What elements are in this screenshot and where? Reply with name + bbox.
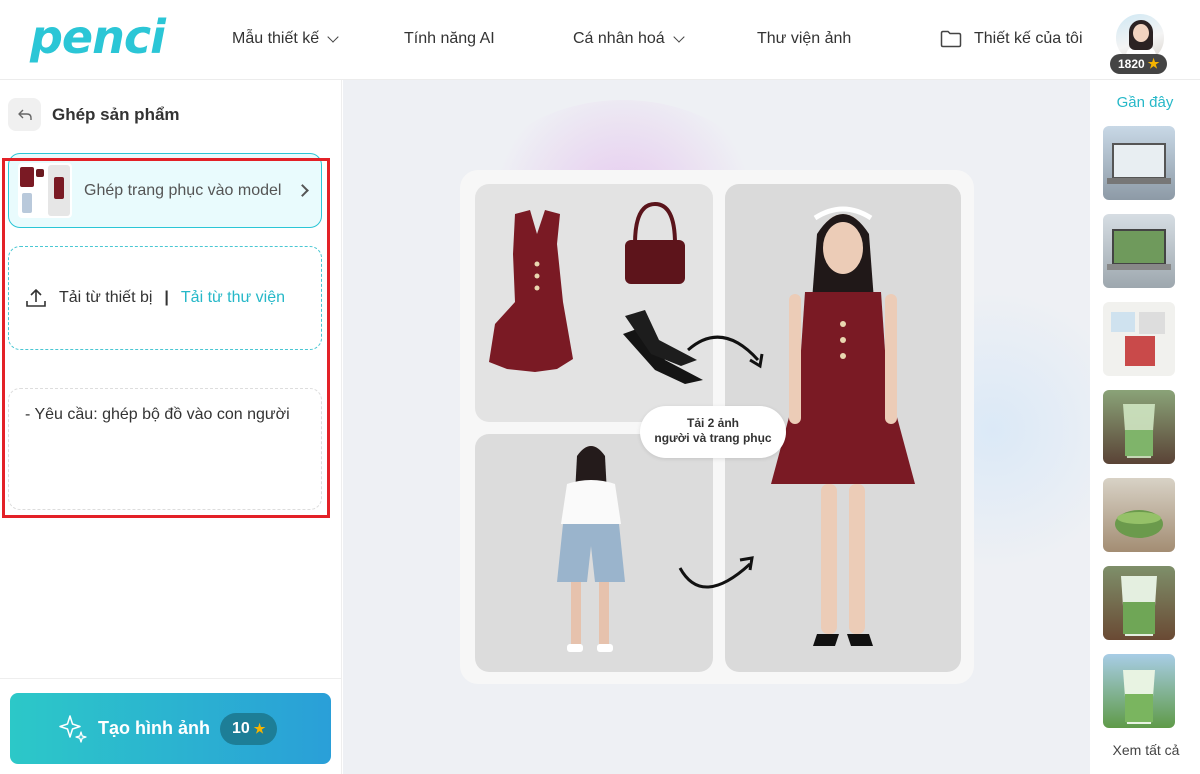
chevron-down-icon <box>327 31 339 43</box>
star-icon: ★ <box>253 720 266 736</box>
nav-personalize-label: Cá nhân hoá <box>573 30 665 47</box>
recent-thumb[interactable] <box>1103 214 1175 288</box>
recent-panel: Gần đây Xem tất cả <box>1090 80 1200 774</box>
nav-photo-library[interactable]: Thư viện ảnh <box>757 30 851 48</box>
nav-ai-features-label: Tính năng AI <box>404 30 495 47</box>
penci-logo[interactable]: penci <box>30 10 166 64</box>
cost-pill: 10 ★ <box>220 712 278 745</box>
star-icon: ★ <box>1147 56 1160 71</box>
highlight-box <box>2 158 330 518</box>
recent-thumb[interactable] <box>1103 302 1175 376</box>
points-value: 1820 <box>1118 57 1145 71</box>
arrow-icon <box>687 335 764 369</box>
my-designs-link[interactable]: Thiết kế của tôi <box>940 30 1083 48</box>
recent-title: Gần đây <box>1116 94 1174 111</box>
cost-value: 10 <box>232 719 250 737</box>
recent-thumb[interactable] <box>1103 478 1175 552</box>
outfit-items-image <box>475 184 713 422</box>
points-badge: 1820 ★ <box>1110 54 1168 74</box>
recent-thumb[interactable] <box>1103 390 1175 464</box>
generate-image-button[interactable]: Tạo hình ảnh 10 ★ <box>10 693 331 764</box>
panel-title: Ghép sản phẩm <box>52 105 180 124</box>
sidebar-footer: Tạo hình ảnh 10 ★ <box>0 678 342 774</box>
recent-thumb[interactable] <box>1103 126 1175 200</box>
nav-templates-label: Mẫu thiết kế <box>232 30 320 47</box>
recent-thumb[interactable] <box>1103 566 1175 640</box>
top-bar: penci Mẫu thiết kế Tính năng AI Cá nhân … <box>0 0 1200 80</box>
back-button[interactable] <box>8 98 41 131</box>
generate-label: Tạo hình ảnh <box>98 718 210 738</box>
nav-templates[interactable]: Mẫu thiết kế <box>232 30 339 48</box>
arrow-icon <box>678 556 754 589</box>
example-preview-card: Tải 2 ảnh người và trang phục <box>460 170 974 684</box>
see-all-link[interactable]: Xem tất cả <box>1090 742 1200 758</box>
back-arrow-icon <box>17 109 32 120</box>
my-designs-label: Thiết kế của tôi <box>974 30 1083 47</box>
folder-icon <box>940 30 962 48</box>
nav-personalize[interactable]: Cá nhân hoá <box>573 30 685 48</box>
nav-ai-features[interactable]: Tính năng AI <box>404 30 495 48</box>
sparkle-icon <box>59 714 87 743</box>
preview-canvas: Tải 2 ảnh người và trang phục <box>343 80 1090 774</box>
callout-line-1: Tải 2 ảnh <box>686 416 739 430</box>
nav-photo-library-label: Thư viện ảnh <box>757 30 852 47</box>
recent-thumb[interactable] <box>1103 654 1175 728</box>
chevron-down-icon <box>672 31 685 43</box>
callout-line-2: người và trang phục <box>654 431 772 445</box>
instruction-callout: Tải 2 ảnh người và trang phục <box>640 406 786 458</box>
